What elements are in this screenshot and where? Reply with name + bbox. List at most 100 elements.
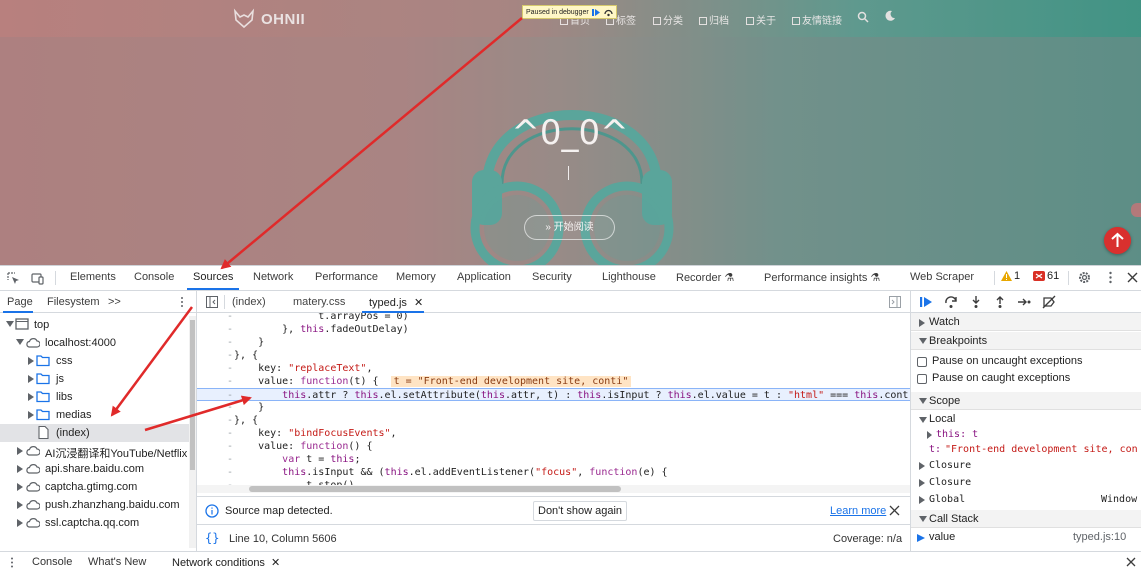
toggle-debugger-icon[interactable] bbox=[889, 296, 901, 308]
editor-tab-typed-js[interactable]: typed.js ✕ bbox=[369, 296, 423, 309]
back-to-top-button[interactable] bbox=[1104, 227, 1131, 254]
scope-closure-1[interactable]: Closure bbox=[911, 458, 1141, 474]
resume-icon[interactable] bbox=[919, 295, 933, 309]
close-tab-icon[interactable]: ✕ bbox=[414, 297, 423, 309]
drawer-tab-whats-new[interactable]: What's New bbox=[88, 556, 146, 568]
pretty-print-button[interactable]: {} bbox=[205, 531, 219, 545]
errors-badge[interactable]: 61 bbox=[1033, 270, 1059, 282]
drawer-tab-network-conditions[interactable]: Network conditions ✕ bbox=[172, 556, 280, 569]
tab-lighthouse[interactable]: Lighthouse bbox=[602, 271, 656, 283]
scope-var-t[interactable]: t: "Front-end development site, con bbox=[911, 442, 1141, 458]
tree-item-ai-translate[interactable]: AI沉浸翻译和YouTube/Netflix bbox=[0, 442, 190, 460]
step-icon[interactable] bbox=[1017, 295, 1031, 309]
code-line: - t.arrayPos = 0) bbox=[227, 313, 409, 322]
tab-network[interactable]: Network bbox=[253, 271, 293, 283]
scope-closure-2[interactable]: Closure bbox=[911, 475, 1141, 491]
call-stack-frame[interactable]: value typed.js:10 bbox=[911, 530, 1141, 546]
tab-memory[interactable]: Memory bbox=[396, 271, 436, 283]
warnings-badge[interactable]: 1 bbox=[1001, 270, 1020, 282]
tree-item-medias[interactable]: medias bbox=[0, 406, 190, 424]
nav-archives[interactable]: 归档 bbox=[699, 12, 729, 27]
breakpoints-section-header[interactable]: Breakpoints bbox=[911, 332, 1141, 350]
site-name[interactable]: OHNII bbox=[261, 11, 305, 28]
scope-local[interactable]: Local bbox=[911, 412, 1141, 428]
scrollbar-thumb[interactable] bbox=[249, 486, 621, 492]
tab-security[interactable]: Security bbox=[532, 271, 572, 283]
search-icon[interactable] bbox=[857, 11, 869, 23]
archive-icon bbox=[699, 17, 707, 25]
scrollbar-thumb[interactable] bbox=[190, 320, 195, 470]
tree-item-api-share[interactable]: api.share.baidu.com bbox=[0, 460, 190, 478]
tree-item-ssl-captcha[interactable]: ssl.captcha.qq.com bbox=[0, 514, 190, 532]
pause-uncaught-row[interactable]: Pause on uncaught exceptions bbox=[911, 354, 1141, 370]
resume-icon[interactable] bbox=[591, 8, 601, 17]
folder-icon bbox=[36, 391, 50, 403]
drawer-tab-console[interactable]: Console bbox=[32, 556, 72, 568]
nav-about[interactable]: 关于 bbox=[746, 12, 776, 27]
pause-caught-checkbox[interactable] bbox=[917, 374, 927, 384]
tree-item-js[interactable]: js bbox=[0, 370, 190, 388]
code-lines[interactable]: - t.arrayPos = 0) - }, this.fadeOutDelay… bbox=[197, 313, 910, 485]
more-options-icon[interactable] bbox=[1104, 271, 1117, 284]
collapse-arrow-icon bbox=[28, 375, 34, 383]
tab-sources[interactable]: Sources bbox=[193, 271, 233, 283]
pause-caught-row[interactable]: Pause on caught exceptions bbox=[911, 371, 1141, 387]
editor-tab-index[interactable]: (index) bbox=[232, 296, 266, 308]
tree-item-css[interactable]: css bbox=[0, 352, 190, 370]
code-horizontal-scrollbar[interactable] bbox=[197, 485, 910, 493]
frame-location[interactable]: typed.js:10 bbox=[1073, 531, 1126, 543]
tab-console[interactable]: Console bbox=[134, 271, 174, 283]
step-over-icon[interactable] bbox=[604, 8, 613, 17]
nav-categories[interactable]: 分类 bbox=[653, 12, 683, 27]
navigator-tab-filesystem[interactable]: Filesystem bbox=[47, 296, 100, 308]
tree-item-label: api.share.baidu.com bbox=[45, 463, 145, 475]
watch-section-header[interactable]: Watch bbox=[911, 313, 1141, 331]
scope-var-this[interactable]: this: t bbox=[911, 427, 1141, 443]
tree-item-localhost[interactable]: localhost:4000 bbox=[0, 334, 190, 352]
drawer-menu-icon[interactable] bbox=[9, 557, 15, 568]
gear-icon[interactable] bbox=[1078, 271, 1091, 284]
navigator-tab-page[interactable]: Page bbox=[7, 296, 33, 308]
editor-tab-matery-css[interactable]: matery.css bbox=[293, 296, 345, 308]
tab-web-scraper[interactable]: Web Scraper bbox=[910, 271, 974, 283]
tab-application[interactable]: Application bbox=[457, 271, 511, 283]
tree-item-libs[interactable]: libs bbox=[0, 388, 190, 406]
toggle-navigator-icon[interactable] bbox=[206, 296, 218, 308]
scope-section-header[interactable]: Scope bbox=[911, 392, 1141, 410]
start-reading-button[interactable]: » 开始阅读 bbox=[524, 215, 615, 240]
inspect-element-icon[interactable] bbox=[7, 272, 20, 285]
tree-item-top[interactable]: top bbox=[0, 316, 190, 334]
fox-logo-icon[interactable] bbox=[233, 8, 255, 30]
step-into-icon[interactable] bbox=[969, 295, 983, 309]
tab-recorder[interactable]: Recorder ⚗ bbox=[676, 271, 734, 284]
tree-item-captcha-gtimg[interactable]: captcha.gtimg.com bbox=[0, 478, 190, 496]
tab-performance[interactable]: Performance bbox=[315, 271, 378, 283]
step-over-icon[interactable] bbox=[944, 295, 958, 309]
device-toolbar-icon[interactable] bbox=[31, 272, 44, 285]
nav-friends[interactable]: 友情链接 bbox=[792, 12, 842, 27]
moon-icon[interactable] bbox=[884, 10, 896, 22]
navigator-menu-icon[interactable] bbox=[178, 296, 186, 308]
address-book-icon bbox=[792, 17, 800, 25]
learn-more-link[interactable]: Learn more bbox=[830, 505, 886, 517]
tab-performance-insights[interactable]: Performance insights ⚗ bbox=[764, 271, 880, 284]
navigator-scrollbar[interactable] bbox=[189, 316, 196, 548]
scope-global[interactable]: Global Window bbox=[911, 492, 1141, 508]
dont-show-again-button[interactable]: Don't show again bbox=[533, 501, 628, 521]
pause-uncaught-checkbox[interactable] bbox=[917, 357, 927, 367]
bookmark-icon bbox=[653, 17, 661, 25]
side-float-icon[interactable] bbox=[1131, 203, 1141, 217]
tab-elements[interactable]: Elements bbox=[70, 271, 116, 283]
close-drawer-icon[interactable] bbox=[1126, 557, 1136, 567]
step-out-icon[interactable] bbox=[993, 295, 1007, 309]
tree-item-push-zhanzhang[interactable]: push.zhanzhang.baidu.com bbox=[0, 496, 190, 514]
call-stack-section-header[interactable]: Call Stack bbox=[911, 510, 1141, 528]
tree-item-index[interactable]: (index) bbox=[0, 424, 190, 442]
navigator-more-tabs[interactable]: >> bbox=[108, 296, 121, 308]
close-devtools-icon[interactable] bbox=[1126, 271, 1139, 284]
deactivate-breakpoints-icon[interactable] bbox=[1042, 295, 1056, 309]
close-tab-icon[interactable]: ✕ bbox=[271, 557, 280, 569]
tree-item-label: medias bbox=[56, 409, 92, 421]
user-icon bbox=[746, 17, 754, 25]
close-icon[interactable] bbox=[889, 505, 900, 516]
